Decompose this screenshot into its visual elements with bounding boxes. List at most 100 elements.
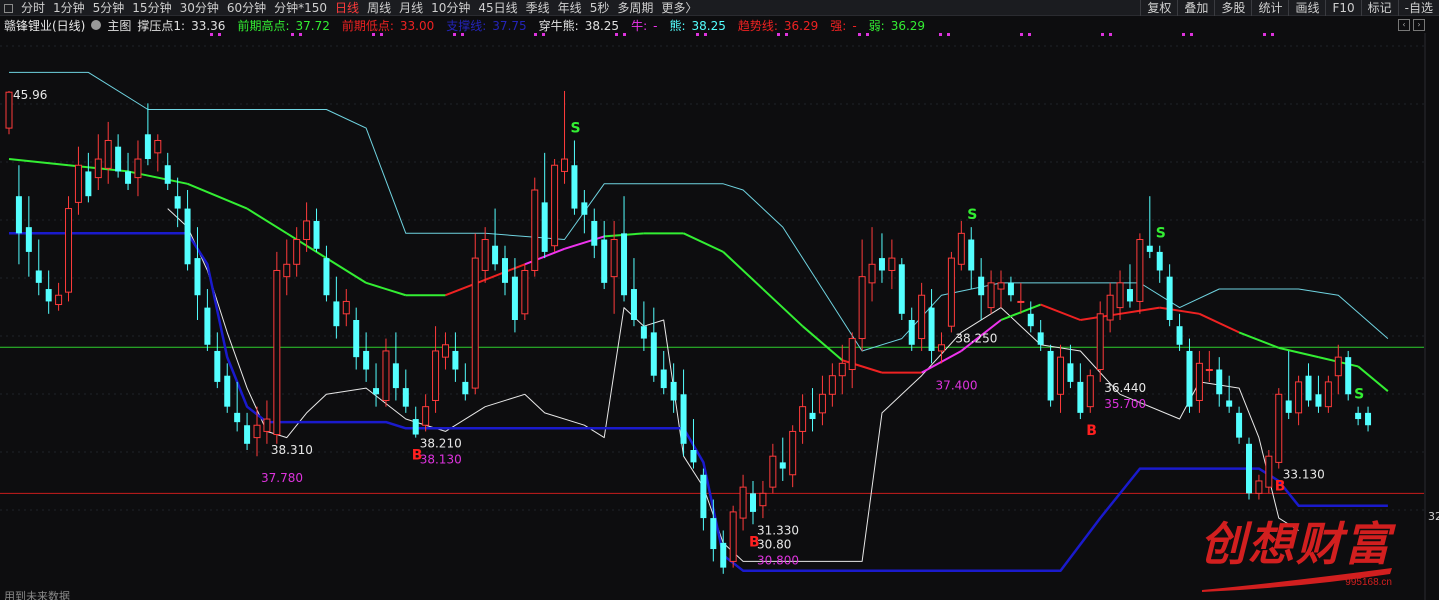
- candle-body: [441, 344, 449, 358]
- marker-dot: [939, 33, 942, 36]
- candle-body: [1017, 300, 1025, 303]
- candle-body: [987, 282, 995, 309]
- candle-body: [610, 239, 618, 278]
- candle-body: [621, 233, 628, 296]
- candle-body: [402, 388, 409, 407]
- candle-body: [253, 424, 261, 439]
- candle-body: [1285, 400, 1292, 413]
- value-label: 33.130: [1283, 468, 1325, 482]
- candle-body: [353, 320, 360, 358]
- marker-dot: [615, 33, 618, 36]
- candle-body: [601, 239, 608, 283]
- candle-body: [1007, 282, 1014, 296]
- candle-body: [918, 294, 926, 340]
- candle-body: [1067, 363, 1074, 382]
- candle-body: [313, 220, 320, 249]
- ma-line-segment: [1278, 346, 1319, 359]
- candle-body: [35, 270, 42, 283]
- candle-body: [1265, 455, 1273, 488]
- candle-body: [422, 406, 430, 426]
- candle-body: [670, 381, 677, 401]
- candle-body: [1334, 356, 1342, 377]
- candle-body: [94, 158, 102, 179]
- marker-dot: [453, 33, 456, 36]
- value-label: 38.310: [271, 443, 313, 457]
- candle-body: [1156, 251, 1163, 271]
- candle-body: [85, 171, 92, 197]
- candle-body: [818, 393, 826, 414]
- candle-body: [194, 258, 201, 296]
- marker-dot: [1109, 33, 1112, 36]
- marker-dot: [1020, 33, 1023, 36]
- candle-body: [710, 518, 717, 550]
- candle-body: [1236, 412, 1243, 438]
- candle-body: [1136, 239, 1144, 302]
- marker-dot: [372, 33, 375, 36]
- candle-body: [115, 146, 122, 172]
- candle-body: [838, 362, 846, 377]
- candle-body: [492, 245, 499, 265]
- candle-body: [957, 232, 965, 265]
- candle-body: [125, 171, 132, 184]
- candle-body: [462, 381, 469, 395]
- marker-dot: [1028, 33, 1031, 36]
- candle-body: [244, 425, 251, 444]
- candle-body: [1057, 356, 1065, 395]
- candle-body: [412, 419, 419, 435]
- candle-body: [1126, 289, 1133, 302]
- candle-body: [502, 258, 508, 283]
- candle-body: [581, 202, 588, 215]
- candle-body: [888, 257, 896, 271]
- candle-body: [521, 269, 529, 315]
- candle-body: [323, 258, 330, 296]
- candle-body: [1324, 381, 1332, 408]
- candle-body: [739, 486, 747, 519]
- ma-line-segment: [762, 288, 804, 327]
- ma-line-segment: [445, 278, 486, 297]
- ma-line-segment: [1040, 303, 1081, 321]
- candle-body: [591, 220, 598, 246]
- buy-signal: B: [412, 448, 423, 464]
- value-label: 35.700: [1104, 397, 1146, 411]
- value-label: 30.80: [757, 537, 791, 551]
- marker-dot: [291, 33, 294, 36]
- sell-signal: S: [570, 120, 580, 136]
- candle-body: [680, 394, 687, 444]
- value-label: 31.330: [757, 523, 799, 537]
- candle-body: [729, 511, 737, 562]
- marker-dot: [1263, 33, 1266, 36]
- marker-dot: [534, 33, 537, 36]
- candle-body: [1037, 332, 1044, 345]
- candle-body: [1305, 375, 1312, 401]
- marker-dot: [299, 33, 302, 36]
- candle-body: [204, 307, 211, 345]
- value-label: 38.210: [420, 437, 462, 451]
- candle-body: [342, 300, 350, 315]
- candle-body: [769, 455, 777, 488]
- value-label: 36.440: [1104, 381, 1146, 395]
- candle-body: [74, 164, 82, 203]
- candle-body: [382, 350, 390, 401]
- marker-dot: [785, 33, 788, 36]
- ma-line-segment: [683, 232, 724, 253]
- candle-body: [640, 326, 647, 339]
- candle-body: [1166, 276, 1173, 320]
- sell-signal: S: [1354, 387, 1364, 403]
- stop-line: [9, 232, 1388, 572]
- candle-body: [1096, 313, 1104, 371]
- candle-body: [214, 350, 221, 382]
- candle-body: [928, 307, 935, 351]
- candle-body: [848, 338, 856, 371]
- candle-body: [571, 165, 578, 209]
- marker-dot: [218, 33, 221, 36]
- ma-line-segment: [1198, 312, 1240, 334]
- right-axis-price: 32: [1428, 510, 1439, 523]
- candle-body: [779, 462, 786, 469]
- candle-body: [1315, 394, 1322, 407]
- marker-dot: [704, 33, 707, 36]
- marker-dot: [866, 33, 869, 36]
- marker-dot: [696, 33, 699, 36]
- candle-body: [720, 542, 727, 568]
- candle-body: [1116, 282, 1124, 309]
- candle-body: [1246, 443, 1252, 494]
